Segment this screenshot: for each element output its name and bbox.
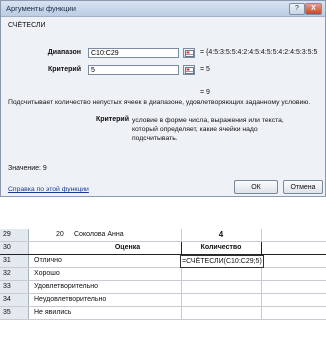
cell-c[interactable]: Оценка bbox=[74, 242, 181, 254]
grid-line bbox=[261, 307, 262, 319]
function-description: Подсчитывает количество непустых ячеек в… bbox=[8, 99, 311, 106]
cell-d[interactable]: 4 bbox=[181, 229, 261, 241]
criterion-result: = 5 bbox=[200, 66, 210, 73]
grid-line bbox=[181, 242, 182, 254]
grid-line bbox=[181, 281, 182, 293]
collapse-dialog-icon bbox=[185, 67, 194, 74]
argument-help-label: Критерий bbox=[95, 116, 129, 123]
sheet-row: 35 Не явились bbox=[0, 307, 326, 320]
cell-c[interactable]: Неудовлетворительно bbox=[34, 294, 106, 306]
cell-d[interactable]: Количество bbox=[181, 242, 261, 254]
cell-c[interactable]: Соколова Анна bbox=[74, 229, 124, 241]
ok-button[interactable]: ОК bbox=[234, 180, 278, 194]
cell-c[interactable]: Отлично bbox=[34, 255, 62, 267]
grid-line bbox=[181, 229, 182, 241]
range-result: = {4:5:3:5:5:4:2:4:5:4:5:5:4:2:4:5:3:5:5 bbox=[200, 49, 318, 56]
row-header[interactable]: 29 bbox=[0, 229, 29, 241]
sheet-row: 31 Отлично =СЧЁТЕСЛИ(C10:C29;5) bbox=[0, 255, 326, 268]
sheet-row: 32 Хорошо bbox=[0, 268, 326, 281]
grid-line bbox=[261, 229, 262, 241]
sheet-row: 30 Оценка Количество bbox=[0, 242, 326, 255]
collapse-dialog-icon bbox=[185, 50, 194, 57]
grid-line bbox=[181, 307, 182, 319]
grid-line bbox=[261, 268, 262, 280]
criterion-input[interactable] bbox=[88, 65, 179, 75]
argument-help-text: условие в форме числа, выражения или тек… bbox=[132, 117, 284, 142]
cell-d-editing[interactable]: =СЧЁТЕСЛИ(C10:C29;5) bbox=[180, 255, 264, 268]
cell-c[interactable]: Удовлетворительно bbox=[34, 281, 98, 293]
criterion-collapse-button[interactable] bbox=[183, 65, 195, 75]
sheet-row: 34 Неудовлетворительно bbox=[0, 294, 326, 307]
formula-result: = 9 bbox=[200, 89, 210, 96]
cell-c[interactable]: Хорошо bbox=[34, 268, 60, 280]
row-header[interactable]: 30 bbox=[0, 242, 29, 254]
row-header[interactable]: 32 bbox=[0, 268, 29, 280]
row-header[interactable]: 31 bbox=[0, 255, 29, 267]
dialog-title: Аргументы функции bbox=[6, 4, 76, 13]
criterion-label: Критерий bbox=[47, 66, 81, 73]
grid-line bbox=[261, 242, 262, 254]
help-title-button[interactable]: ? bbox=[289, 3, 305, 15]
sheet-row: 33 Удовлетворительно bbox=[0, 281, 326, 294]
row-header[interactable]: 35 bbox=[0, 307, 29, 319]
row-header[interactable]: 33 bbox=[0, 281, 29, 293]
grid-line bbox=[261, 281, 262, 293]
function-name: СЧЁТЕСЛИ bbox=[8, 22, 46, 29]
cell-c[interactable]: Не явились bbox=[34, 307, 71, 319]
grid-line bbox=[181, 294, 182, 306]
cell-b[interactable]: 20 bbox=[56, 229, 64, 241]
range-label: Диапазон bbox=[47, 49, 81, 56]
close-button[interactable]: X bbox=[305, 3, 322, 15]
grid-line bbox=[181, 268, 182, 280]
cancel-button[interactable]: Отмена bbox=[283, 180, 323, 194]
spreadsheet: 29 20 Соколова Анна 4 30 Оценка Количест… bbox=[0, 229, 326, 347]
function-arguments-dialog: Аргументы функции ? X СЧЁТЕСЛИ Диапазон … bbox=[0, 0, 326, 197]
value-line: Значение: 9 bbox=[8, 165, 47, 172]
range-input[interactable] bbox=[88, 48, 179, 58]
dialog-titlebar[interactable]: Аргументы функции ? X bbox=[1, 1, 325, 17]
range-collapse-button[interactable] bbox=[183, 48, 195, 58]
sheet-row: 29 20 Соколова Анна 4 bbox=[0, 229, 326, 242]
row-header[interactable]: 34 bbox=[0, 294, 29, 306]
function-help-link[interactable]: Справка по этой функции bbox=[8, 186, 89, 193]
grid-line bbox=[261, 294, 262, 306]
